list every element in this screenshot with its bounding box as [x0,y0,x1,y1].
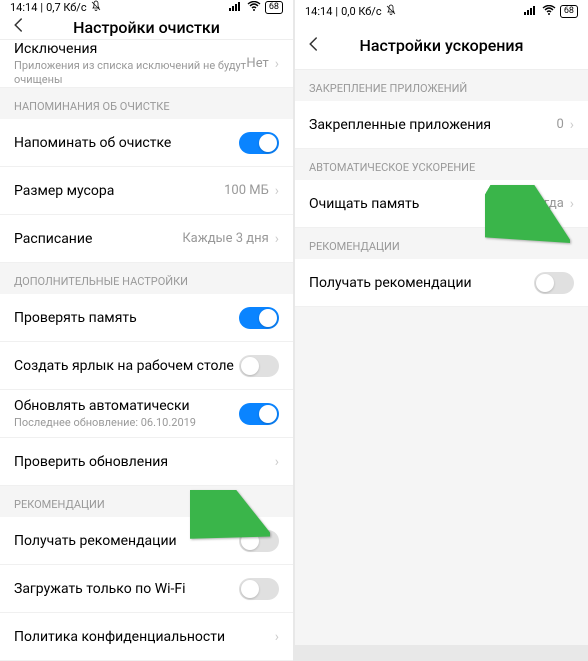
back-button[interactable] [10,15,34,39]
clear-memory-value: Никогда [513,196,564,211]
chevron-right-icon: › [275,454,279,470]
row-pinned-apps[interactable]: Закрепленные приложения 0 › [295,101,588,149]
page-title: Настройки ускорения [295,36,588,55]
status-bar: 14:14 | 0,7 Кб/с 68 [0,0,293,15]
page-title: Настройки очистки [0,18,293,37]
shortcut-toggle[interactable] [239,355,279,377]
section-reminders: НАПОМИНАНИЯ ОБ ОЧИСТКЕ [0,88,293,119]
mute-icon [385,4,397,19]
header: Настройки ускорения [295,22,588,70]
status-time: 14:14 [305,5,332,18]
pinned-value: 0 [556,117,563,132]
autoupdate-sub: Последнее обновление: 06.10.2019 [14,416,239,429]
wifi-icon [247,1,261,14]
screen-boost-settings: 14:14 | 0,0 Кб/с 68 Настройки ускорения … [295,0,588,645]
signal-icon [524,5,538,18]
exclusions-sub: Приложения из списка исключений не будут… [14,59,246,85]
recommend-title-right: Получать рекомендации [309,275,472,291]
autoupdate-title: Обновлять автоматически [14,398,239,414]
section-recommend-right: РЕКОМЕНДАЦИИ [295,228,588,259]
mute-icon [90,0,102,15]
row-trash-size[interactable]: Размер мусора 100 МБ › [0,167,293,215]
status-bar: 14:14 | 0,0 Кб/с 68 [295,0,588,22]
recommend-title-left: Получать рекомендации [14,533,177,549]
chevron-right-icon: › [275,56,279,72]
check-memory-toggle[interactable] [239,307,279,329]
row-wifi-only[interactable]: Загружать только по Wi-Fi [0,565,293,613]
battery-icon: 68 [265,1,283,14]
remind-title: Напоминать об очистке [14,135,171,151]
privacy-title: Политика конфиденциальности [14,629,225,645]
signal-icon [229,1,243,14]
clear-memory-title: Очищать память [309,196,419,212]
check-memory-title: Проверять память [14,310,137,326]
wifi-only-toggle[interactable] [239,578,279,600]
section-auto: АВТОМАТИЧЕСКОЕ УСКОРЕНИЕ [295,149,588,180]
chevron-right-icon: › [275,231,279,247]
status-time: 14:14 [10,1,37,14]
wifi-only-title: Загружать только по Wi-Fi [14,581,186,597]
shortcut-title: Создать ярлык на рабочем столе [14,358,234,374]
remind-toggle[interactable] [239,132,279,154]
section-recommend-left: РЕКОМЕНДАЦИИ [0,486,293,517]
exclusions-title: Исключения [14,41,246,57]
back-button[interactable] [305,34,329,58]
chevron-right-icon: › [275,629,279,645]
chevron-right-icon: › [570,117,574,133]
row-privacy[interactable]: Политика конфиденциальности › [0,613,293,661]
wifi-icon [542,5,556,18]
recommend-toggle-left[interactable] [239,530,279,552]
row-check-memory[interactable]: Проверять память [0,294,293,342]
recommend-toggle-right[interactable] [534,272,574,294]
row-recommend-right[interactable]: Получать рекомендации [295,259,588,307]
chevron-right-icon: › [275,183,279,199]
row-shortcut[interactable]: Создать ярлык на рабочем столе [0,342,293,390]
exclusions-value: Нет [246,56,268,71]
status-speed: 0,7 Кб/с [46,1,87,14]
schedule-title: Расписание [14,231,92,247]
autoupdate-toggle[interactable] [239,403,279,425]
schedule-value: Каждые 3 дня [182,231,268,246]
row-autoupdate[interactable]: Обновлять автоматически Последнее обновл… [0,390,293,438]
chevron-right-icon: › [570,196,574,212]
trash-size-title: Размер мусора [14,183,114,199]
header: Настройки очистки [0,15,293,40]
row-check-updates[interactable]: Проверить обновления › [0,438,293,486]
section-pinned: ЗАКРЕПЛЕНИЕ ПРИЛОЖЕНИЙ [295,70,588,101]
pinned-title: Закрепленные приложения [309,117,491,133]
screen-cleanup-settings: 14:14 | 0,7 Кб/с 68 Настройки очистки Ис… [0,0,293,645]
check-updates-title: Проверить обновления [14,454,168,470]
status-speed: 0,0 Кб/с [341,5,382,18]
trash-size-value: 100 МБ [224,183,269,198]
battery-icon: 68 [560,5,578,18]
row-schedule[interactable]: Расписание Каждые 3 дня › [0,215,293,263]
section-additional: ДОПОЛНИТЕЛЬНЫЕ НАСТРОЙКИ [0,263,293,294]
row-clear-memory[interactable]: Очищать память Никогда › [295,180,588,228]
row-remind[interactable]: Напоминать об очистке [0,119,293,167]
row-exclusions[interactable]: Исключения Приложения из списка исключен… [0,40,293,88]
row-recommend-left[interactable]: Получать рекомендации [0,517,293,565]
